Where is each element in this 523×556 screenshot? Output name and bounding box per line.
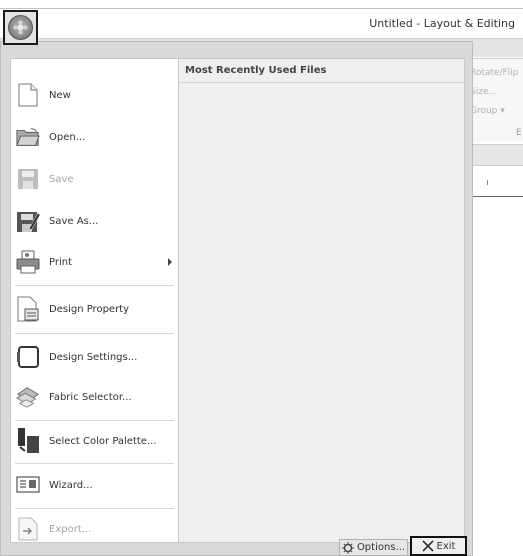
title-bar: Untitled - Layout & Editing <box>0 9 523 41</box>
menu-item-print[interactable]: Print <box>11 246 178 278</box>
color-palette-icon <box>16 428 40 453</box>
menu-item-label: Export... <box>49 523 92 535</box>
menu-item-label: Select Color Palette... <box>49 435 157 447</box>
save-icon <box>16 167 40 191</box>
options-label: Options... <box>356 542 406 553</box>
menu-separator <box>15 463 174 464</box>
design-settings-icon <box>16 345 40 369</box>
wizard-icon <box>16 473 40 497</box>
menu-item-label: Open... <box>49 131 86 143</box>
gear-icon <box>341 541 354 554</box>
open-folder-icon <box>16 125 40 149</box>
canvas-ruler <box>466 168 523 197</box>
ruler-tick <box>487 180 488 185</box>
menu-item-design-settings[interactable]: Design Settings... <box>11 340 178 374</box>
menu-separator <box>15 333 174 334</box>
menu-item-select-color-palette[interactable]: Select Color Palette... <box>11 424 178 458</box>
menu-item-label: Design Settings... <box>49 351 138 363</box>
menu-item-label: Fabric Selector... <box>49 391 132 403</box>
application-window: Untitled - Layout & Editing Rotate/Flip … <box>0 0 523 556</box>
ribbon-rotate-flip[interactable]: Rotate/Flip <box>470 68 518 78</box>
ribbon-group-dropdown[interactable]: Group ▾ <box>470 106 505 116</box>
menu-item-save[interactable]: Save <box>11 163 178 195</box>
menu-item-label: New <box>49 89 71 101</box>
menu-separator <box>15 285 174 286</box>
mru-divider <box>179 82 465 83</box>
menu-item-save-as[interactable]: Save As... <box>11 205 178 237</box>
menu-item-label: Wizard... <box>49 479 93 491</box>
menu-item-design-property[interactable]: Design Property <box>11 292 178 326</box>
menu-separator <box>15 508 174 509</box>
window-title: Untitled - Layout & Editing <box>369 17 515 30</box>
ribbon-size[interactable]: Size... <box>470 87 497 97</box>
fabric-selector-icon <box>16 385 40 409</box>
application-menu: New Open... Save Save As... Print Design… <box>0 41 473 556</box>
menu-item-open[interactable]: Open... <box>11 121 178 153</box>
mru-panel: Most Recently Used Files <box>179 58 465 543</box>
new-document-icon <box>16 83 40 107</box>
menu-separator <box>15 420 174 421</box>
menu-item-label: Save <box>49 173 74 185</box>
menu-item-export[interactable]: Export... <box>11 512 178 546</box>
menu-item-label: Save As... <box>49 215 99 227</box>
ribbon-edit-group: Rotate/Flip Size... Group ▾ E <box>466 58 523 142</box>
save-as-icon <box>16 209 40 233</box>
menu-item-new[interactable]: New <box>11 79 178 111</box>
app-logo-icon <box>8 15 33 40</box>
close-icon <box>421 540 434 552</box>
exit-button[interactable]: Exit <box>410 536 467 556</box>
options-button[interactable]: Options... <box>339 539 408 556</box>
printer-icon <box>16 250 40 274</box>
application-menu-list: New Open... Save Save As... Print Design… <box>10 58 179 543</box>
mru-title: Most Recently Used Files <box>185 65 327 76</box>
menu-item-label: Design Property <box>49 303 130 315</box>
application-button[interactable] <box>3 10 38 45</box>
menu-item-fabric-selector[interactable]: Fabric Selector... <box>11 380 178 414</box>
submenu-arrow-icon <box>168 258 172 266</box>
menu-item-wizard[interactable]: Wizard... <box>11 468 178 502</box>
exit-label: Exit <box>436 540 456 552</box>
menu-item-label: Print <box>49 256 73 268</box>
export-icon <box>16 517 40 541</box>
canvas-header <box>466 144 523 166</box>
ribbon-group-label: E <box>516 128 522 138</box>
design-property-icon <box>16 296 40 322</box>
